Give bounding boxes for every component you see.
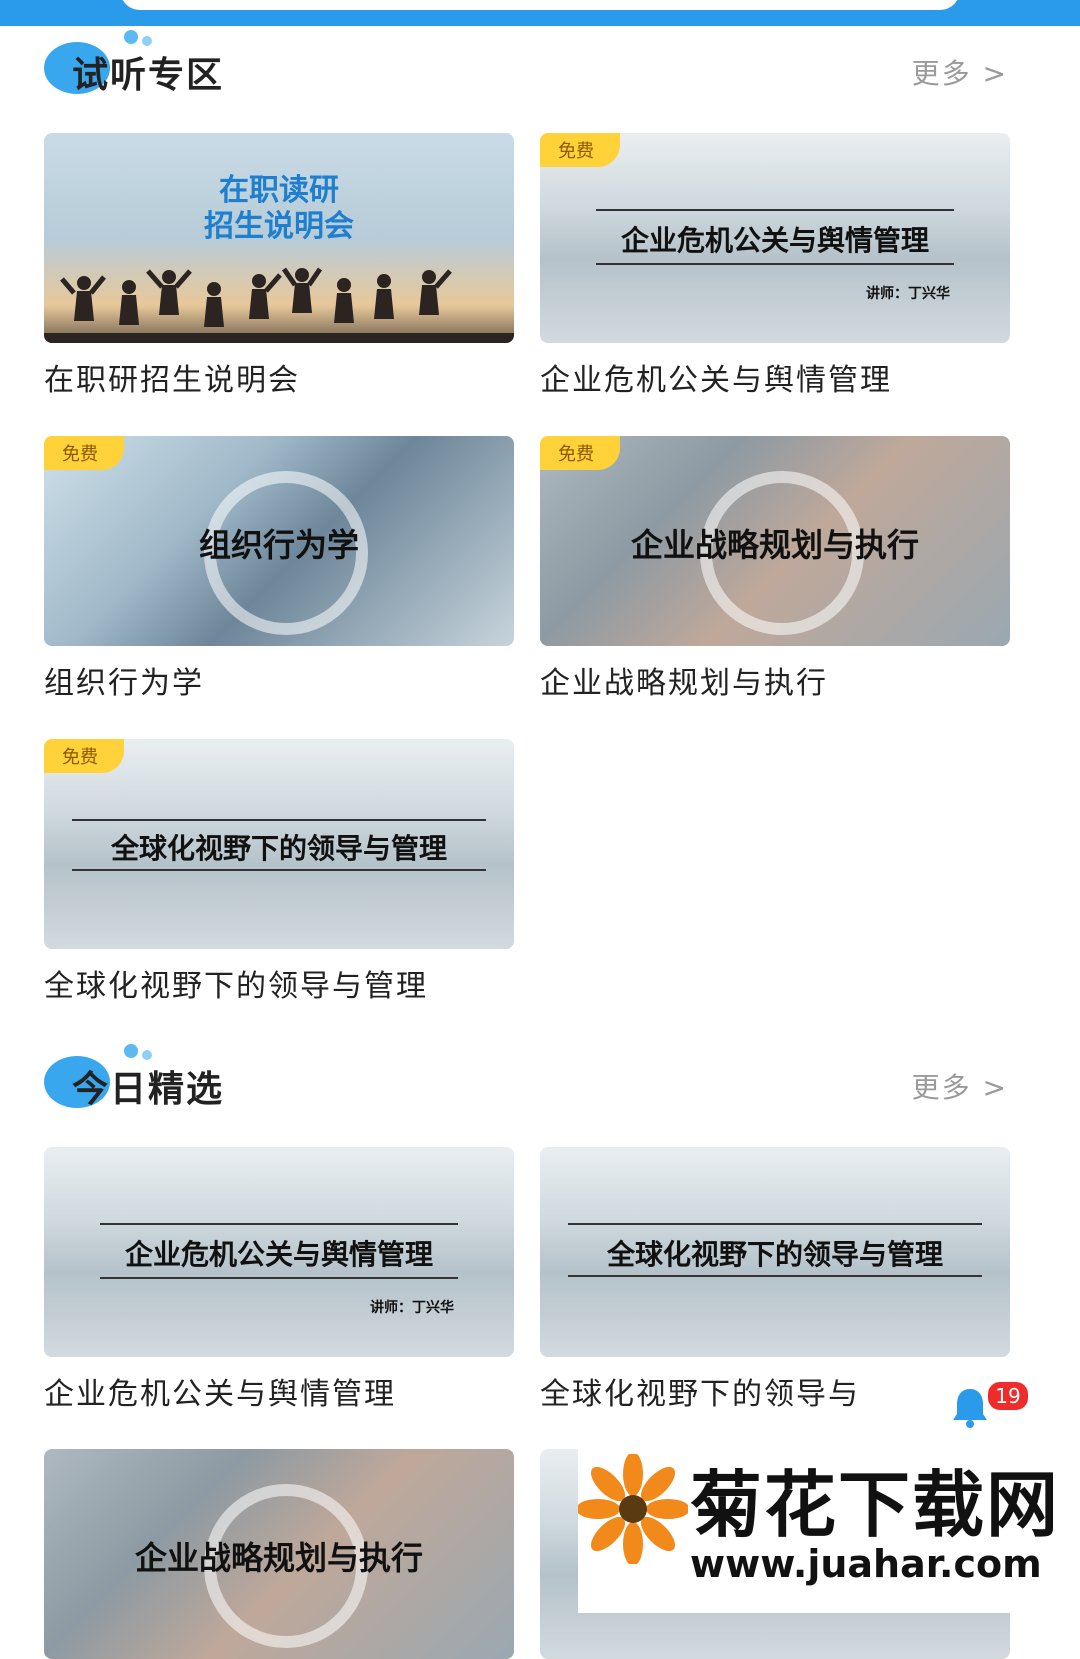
thumbnail-title: 在职读研 招生说明会: [204, 173, 354, 244]
divider: [568, 1223, 982, 1225]
watermark-url: www.juahar.com: [690, 1542, 1042, 1586]
bubble-dot-icon: [124, 1044, 138, 1058]
more-link[interactable]: 更多 >: [912, 52, 1008, 92]
free-badge: 免费: [540, 436, 620, 470]
course-thumbnail: 组织行为学 免费: [44, 436, 514, 646]
thumbnail-title: 企业危机公关与舆情管理: [620, 224, 929, 257]
thumbnail-title: 全球化视野下的领导与管理: [110, 832, 447, 865]
section-title: 试听专区: [72, 55, 225, 96]
course-card[interactable]: 在职读研 招生说明会 在职研招生说明会: [44, 133, 514, 398]
free-badge: 免费: [540, 133, 620, 167]
course-thumbnail: 在职读研 招生说明会: [44, 133, 514, 343]
course-title: 企业战略规划与执行: [540, 666, 828, 701]
free-badge: 免费: [44, 739, 124, 773]
flower-logo-icon: [578, 1454, 688, 1564]
course-card[interactable]: 企业危机公关与舆情管理 讲师：丁兴华 企业危机公关与舆情管理: [44, 1147, 514, 1412]
divider: [100, 1277, 458, 1279]
search-box-bottom[interactable]: [120, 0, 960, 10]
more-link[interactable]: 更多 >: [912, 1066, 1008, 1106]
course-title: 企业危机公关与舆情管理: [44, 1377, 396, 1412]
course-title: 全球化视野下的领导与: [540, 1377, 860, 1412]
top-search-bar-edge: [0, 0, 1080, 26]
site-watermark: 菊花下载网 www.juahar.com: [578, 1446, 1080, 1613]
thumbnail-title: 企业战略规划与执行: [134, 1539, 423, 1577]
section-title: 今日精选: [72, 1069, 225, 1110]
lecturer-label: 讲师：丁兴华: [866, 286, 950, 302]
course-thumbnail: 企业危机公关与舆情管理 讲师：丁兴华: [44, 1147, 514, 1357]
watermark-title: 菊花下载网: [690, 1463, 1061, 1547]
course-card[interactable]: 企业战略规划与执行: [44, 1449, 514, 1659]
course-thumbnail: 全球化视野下的领导与管理 免费: [44, 739, 514, 949]
course-title: 在职研招生说明会: [44, 363, 300, 398]
divider: [72, 819, 486, 821]
divider: [568, 1275, 982, 1277]
course-card[interactable]: 企业战略规划与执行 免费 企业战略规划与执行: [540, 436, 1010, 701]
notification-button[interactable]: 19: [918, 1380, 1030, 1440]
lecturer-label: 讲师：丁兴华: [370, 1300, 454, 1316]
course-card[interactable]: 企业危机公关与舆情管理 讲师：丁兴华 免费 企业危机公关与舆情管理: [540, 133, 1010, 398]
bell-icon: [953, 1389, 987, 1428]
people-silhouette-icon: [44, 267, 514, 343]
bubble-dot-icon: [142, 1050, 152, 1060]
divider: [596, 209, 954, 211]
course-thumbnail: 企业战略规划与执行 免费: [540, 436, 1010, 646]
bubble-dot-icon: [124, 30, 138, 44]
divider: [596, 263, 954, 265]
course-card[interactable]: 组织行为学 免费 组织行为学: [44, 436, 514, 701]
course-title: 全球化视野下的领导与管理: [44, 969, 428, 1004]
notification-count-badge: 19: [986, 1380, 1030, 1412]
course-card[interactable]: 全球化视野下的领导与管理 全球化视野下的领导与: [540, 1147, 1010, 1412]
section-header-trial: 试听专区 更多 >: [0, 24, 1080, 114]
divider: [100, 1223, 458, 1225]
course-thumbnail: 企业战略规划与执行: [44, 1449, 514, 1659]
course-thumbnail: 企业危机公关与舆情管理 讲师：丁兴华 免费: [540, 133, 1010, 343]
course-title: 企业危机公关与舆情管理: [540, 363, 892, 398]
course-title: 组织行为学: [44, 666, 204, 701]
thumbnail-title: 企业战略规划与执行: [630, 526, 919, 564]
thumbnail-title: 企业危机公关与舆情管理: [124, 1238, 433, 1271]
bubble-dot-icon: [142, 36, 152, 46]
divider: [72, 869, 486, 871]
thumbnail-title: 全球化视野下的领导与管理: [606, 1238, 943, 1271]
course-thumbnail: 全球化视野下的领导与管理: [540, 1147, 1010, 1357]
thumbnail-title: 组织行为学: [198, 526, 359, 564]
section-header-today: 今日精选 更多 >: [0, 1038, 1080, 1128]
free-badge: 免费: [44, 436, 124, 470]
course-card[interactable]: 全球化视野下的领导与管理 免费 全球化视野下的领导与管理: [44, 739, 514, 1004]
